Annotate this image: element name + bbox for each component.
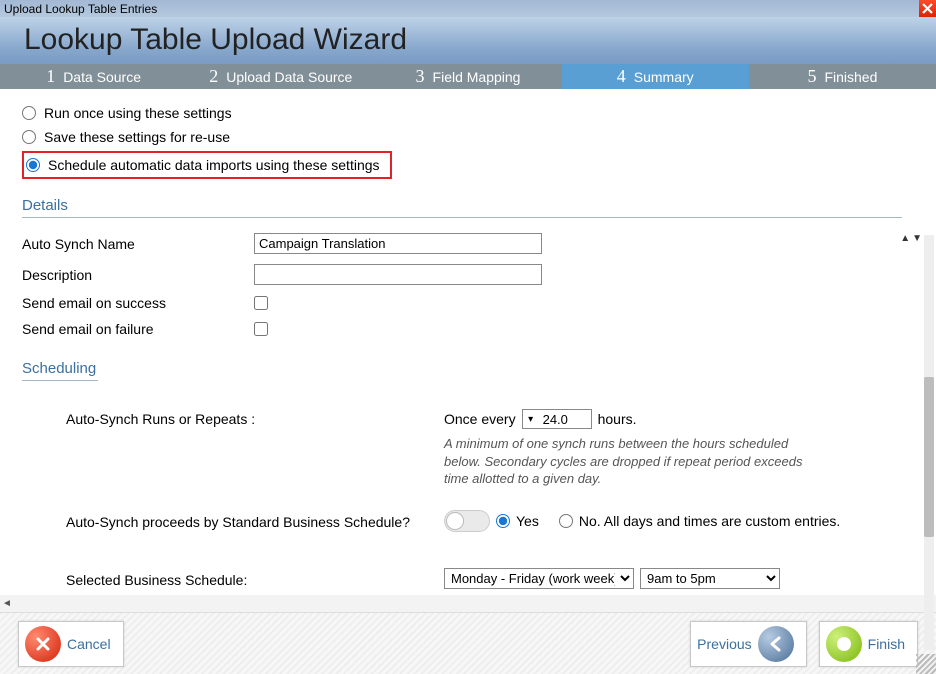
section-scheduling: Scheduling — [22, 360, 98, 381]
step-number: 2 — [209, 66, 218, 87]
label-runs-repeats: Auto-Synch Runs or Repeats : — [66, 409, 444, 427]
step-upload-data-source[interactable]: 2 Upload Data Source — [187, 64, 374, 89]
hours-value: 24.0 — [539, 412, 591, 427]
footer: Cancel Previous Finish — [0, 612, 936, 674]
previous-button[interactable]: Previous — [690, 621, 806, 667]
label-email-success: Send email on success — [22, 295, 254, 311]
hours-stepper[interactable]: ▾ 24.0 — [522, 409, 592, 429]
details-form: Auto Synch Name Description Send email o… — [22, 228, 914, 342]
scheduling-hint: A minimum of one synch runs between the … — [444, 435, 804, 488]
label-auto-synch-name: Auto Synch Name — [22, 236, 254, 252]
step-label: Summary — [634, 69, 694, 85]
finish-button[interactable]: Finish — [819, 621, 918, 667]
step-number: 1 — [46, 66, 55, 87]
cancel-icon — [25, 626, 61, 662]
label-email-failure: Send email on failure — [22, 321, 254, 337]
schedule-hours-select[interactable]: 9am to 5pm — [640, 568, 780, 589]
run-option-once[interactable]: Run once using these settings — [22, 101, 914, 125]
email-success-checkbox[interactable] — [254, 296, 268, 310]
step-label: Finished — [824, 69, 877, 85]
banner: Lookup Table Upload Wizard — [0, 17, 936, 64]
section-details: Details — [22, 197, 902, 218]
label-selected-schedule: Selected Business Schedule: — [66, 570, 444, 588]
label-once-every: Once every — [444, 411, 516, 427]
finish-label: Finish — [868, 636, 905, 652]
vertical-scrollbar[interactable] — [924, 235, 934, 650]
scrollbar-thumb[interactable] — [924, 377, 934, 537]
radio-label: Run once using these settings — [44, 105, 232, 121]
wizard-title: Lookup Table Upload Wizard — [24, 23, 407, 57]
step-number: 3 — [416, 66, 425, 87]
auto-synch-name-input[interactable] — [254, 233, 542, 254]
arrow-left-icon — [758, 626, 794, 662]
radio-run-once[interactable] — [22, 106, 36, 120]
step-label: Upload Data Source — [226, 69, 352, 85]
radio-no[interactable] — [559, 514, 573, 528]
cancel-button[interactable]: Cancel — [18, 621, 124, 667]
label-description: Description — [22, 267, 254, 283]
step-label: Data Source — [63, 69, 141, 85]
label-yes: Yes — [516, 513, 539, 529]
run-option-schedule[interactable]: Schedule automatic data imports using th… — [26, 157, 380, 173]
description-input[interactable] — [254, 264, 542, 285]
chevron-left-icon[interactable]: ◄ — [2, 598, 12, 609]
step-number: 5 — [807, 66, 816, 87]
main-content: Run once using these settings Save these… — [0, 89, 936, 595]
schedule-days-select[interactable]: Monday - Friday (work week) — [444, 568, 634, 589]
label-hours-unit: hours. — [598, 411, 637, 427]
radio-label: Save these settings for re-use — [44, 129, 230, 145]
close-icon — [922, 3, 933, 14]
horizontal-scrollbar[interactable]: ◄ ► — [0, 595, 936, 612]
step-label: Field Mapping — [433, 69, 521, 85]
resize-grip-icon[interactable] — [916, 654, 936, 674]
step-number: 4 — [617, 66, 626, 87]
step-summary[interactable]: 4 Summary — [562, 64, 749, 89]
finish-icon — [826, 626, 862, 662]
cancel-label: Cancel — [67, 636, 111, 652]
highlighted-option: Schedule automatic data imports using th… — [22, 151, 392, 179]
run-option-save[interactable]: Save these settings for re-use — [22, 125, 914, 149]
radio-yes[interactable] — [496, 514, 510, 528]
scheduling-form: Auto-Synch Runs or Repeats : Once every … — [22, 381, 914, 595]
step-field-mapping[interactable]: 3 Field Mapping — [374, 64, 561, 89]
close-button[interactable] — [919, 0, 936, 17]
wizard-steps: 1 Data Source 2 Upload Data Source 3 Field … — [0, 64, 936, 89]
step-data-source[interactable]: 1 Data Source — [0, 64, 187, 89]
label-standard-schedule: Auto-Synch proceeds by Standard Business… — [66, 512, 444, 530]
step-finished[interactable]: 5 Finished — [749, 64, 936, 89]
window-title: Upload Lookup Table Entries — [4, 2, 157, 16]
previous-label: Previous — [697, 636, 751, 652]
yes-no-toggle[interactable] — [444, 510, 490, 532]
radio-save-settings[interactable] — [22, 130, 36, 144]
radio-schedule-imports[interactable] — [26, 158, 40, 172]
chevron-down-icon[interactable]: ▾ — [523, 414, 539, 425]
titlebar: Upload Lookup Table Entries — [0, 0, 936, 17]
label-no: No. All days and times are custom entrie… — [579, 513, 840, 529]
email-failure-checkbox[interactable] — [254, 322, 268, 336]
radio-label: Schedule automatic data imports using th… — [48, 157, 380, 173]
